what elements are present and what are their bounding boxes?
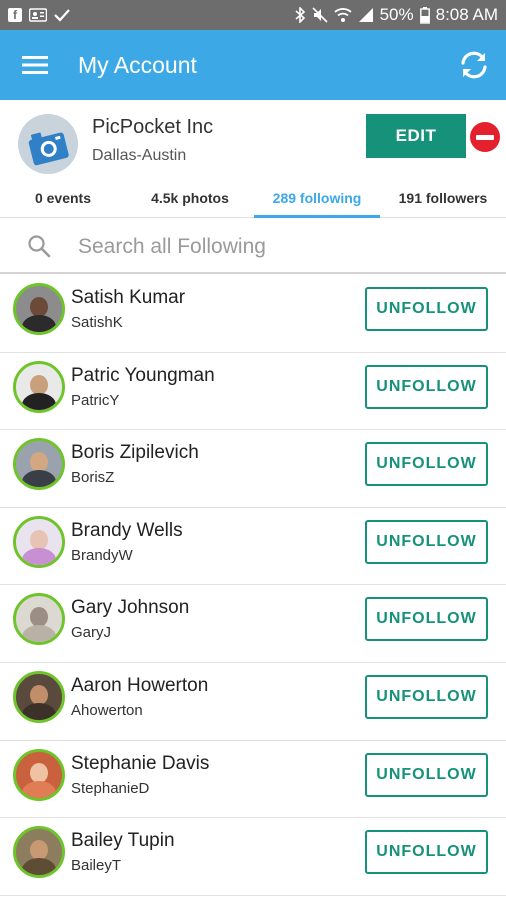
- search-bar: [0, 219, 506, 274]
- avatar[interactable]: [13, 438, 65, 491]
- unfollow-button[interactable]: UNFOLLOW: [365, 364, 488, 409]
- user-name: Boris Zipilevich: [71, 442, 199, 464]
- unfollow-button[interactable]: UNFOLLOW: [365, 442, 488, 487]
- search-input[interactable]: [78, 227, 478, 267]
- profile-avatar[interactable]: [18, 114, 78, 174]
- list-item[interactable]: Patric Youngman PatricY UNFOLLOW: [0, 353, 506, 431]
- profile-header: PicPocket Inc Dallas-Austin EDIT: [0, 100, 506, 178]
- wifi-icon: [333, 7, 352, 23]
- profile-name: PicPocket Inc: [92, 116, 214, 138]
- avatar-body: [22, 315, 56, 332]
- list-item[interactable]: Gary Johnson GaryJ UNFOLLOW: [0, 585, 506, 663]
- user-handle: Ahowerton: [71, 701, 143, 719]
- avatar[interactable]: [13, 593, 65, 646]
- profile-tabs: 0 events 4.5k photos 289 following 191 f…: [0, 178, 506, 218]
- refresh-button[interactable]: [442, 30, 506, 100]
- signal-icon: [358, 7, 374, 23]
- avatar-face: [30, 607, 48, 628]
- tab-following[interactable]: 289 following: [254, 178, 380, 218]
- list-item[interactable]: Brandy Wells BrandyW UNFOLLOW: [0, 508, 506, 586]
- avatar-face: [30, 452, 48, 473]
- remove-circle-icon[interactable]: [470, 122, 500, 152]
- avatar[interactable]: [13, 748, 65, 801]
- user-handle: StephanieD: [71, 779, 150, 797]
- avatar-body: [22, 780, 56, 798]
- status-time: 8:08 AM: [435, 5, 498, 24]
- avatar-body: [22, 470, 56, 488]
- status-bar-system: 50% 8:08 AM: [294, 5, 498, 25]
- user-name: Aaron Howerton: [71, 674, 209, 696]
- avatar-body: [22, 858, 56, 876]
- tab-followers[interactable]: 191 followers: [380, 178, 506, 217]
- app-bar: My Account: [0, 30, 506, 100]
- list-item[interactable]: Boris Zipilevich BorisZ UNFOLLOW: [0, 430, 506, 508]
- list-item[interactable]: Bailey Tupin BaileyT UNFOLLOW: [0, 818, 506, 896]
- avatar-face: [30, 374, 48, 395]
- avatar[interactable]: [13, 283, 65, 335]
- unfollow-button[interactable]: UNFOLLOW: [365, 830, 488, 875]
- user-handle: SatishK: [71, 314, 123, 331]
- avatar-body: [22, 547, 56, 565]
- avatar-face: [30, 684, 48, 705]
- battery-percent: 50%: [379, 5, 414, 24]
- avatar-body: [22, 392, 56, 410]
- refresh-icon: [461, 51, 487, 79]
- hamburger-menu-button[interactable]: [0, 30, 70, 100]
- avatar[interactable]: [13, 360, 65, 413]
- bluetooth-icon: [294, 7, 306, 23]
- user-name: Bailey Tupin: [71, 830, 175, 852]
- profile-location: Dallas-Austin: [92, 147, 187, 164]
- user-handle: BorisZ: [71, 469, 115, 487]
- avatar[interactable]: [13, 515, 65, 568]
- avatar[interactable]: [13, 826, 65, 879]
- unfollow-button[interactable]: UNFOLLOW: [365, 674, 488, 719]
- avatar-face: [30, 840, 48, 861]
- avatar-body: [22, 702, 56, 720]
- avatar-body: [22, 625, 56, 643]
- check-icon: [54, 8, 70, 22]
- user-handle: PatricY: [71, 391, 120, 409]
- user-name: Brandy Wells: [71, 519, 183, 541]
- list-item[interactable]: Stephanie Davis StephanieD UNFOLLOW: [0, 741, 506, 819]
- avatar-face: [30, 762, 48, 783]
- avatar-face: [30, 529, 48, 550]
- tab-photos[interactable]: 4.5k photos: [126, 178, 254, 217]
- camera-logo-icon: [18, 114, 78, 174]
- contacts-icon: [29, 8, 47, 22]
- user-name: Stephanie Davis: [71, 752, 210, 774]
- battery-icon: [419, 6, 430, 24]
- avatar[interactable]: [13, 670, 65, 723]
- edit-button[interactable]: EDIT: [366, 114, 466, 158]
- status-bar: f 50% 8:08 AM: [0, 0, 506, 30]
- search-icon: [28, 235, 51, 258]
- user-name: Satish Kumar: [71, 287, 186, 308]
- user-handle: GaryJ: [71, 624, 112, 642]
- facebook-icon: f: [8, 8, 22, 22]
- mute-icon: [312, 7, 328, 23]
- status-bar-notifications: f: [8, 8, 70, 22]
- unfollow-button[interactable]: UNFOLLOW: [365, 287, 488, 331]
- unfollow-button[interactable]: UNFOLLOW: [365, 597, 488, 642]
- unfollow-button[interactable]: UNFOLLOW: [365, 519, 488, 564]
- page-title: My Account: [78, 51, 197, 78]
- hamburger-menu-icon: [22, 56, 48, 74]
- user-handle: BrandyW: [71, 546, 133, 564]
- user-name: Patric Youngman: [71, 364, 215, 386]
- unfollow-button[interactable]: UNFOLLOW: [365, 752, 488, 797]
- user-name: Gary Johnson: [71, 597, 190, 619]
- list-item[interactable]: Aaron Howerton Ahowerton UNFOLLOW: [0, 663, 506, 741]
- user-handle: BaileyT: [71, 857, 122, 875]
- list-item[interactable]: Satish Kumar SatishK UNFOLLOW: [0, 275, 506, 353]
- tab-events[interactable]: 0 events: [0, 178, 126, 217]
- following-list: Satish Kumar SatishK UNFOLLOW Patric Youngm…: [0, 275, 506, 896]
- avatar-face: [30, 297, 48, 317]
